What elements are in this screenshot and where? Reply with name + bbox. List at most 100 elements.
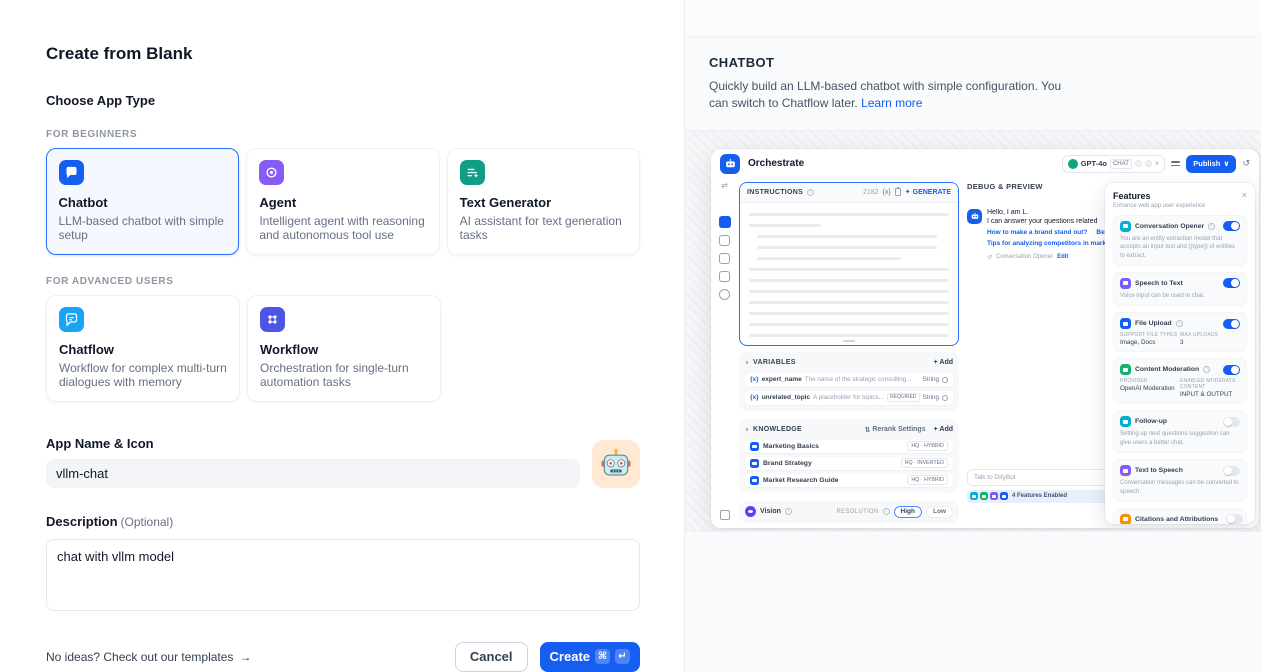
- app-name-section: App Name & Icon: [46, 436, 640, 488]
- caret-icon: ∨: [745, 427, 749, 433]
- citations-icon: [1120, 514, 1131, 524]
- resolution-high-option: High: [894, 506, 922, 518]
- app-type-preview-panel: CHATBOT Quickly build an LLM-based chatb…: [684, 0, 1261, 672]
- chatbot-icon: [59, 160, 84, 185]
- variables-icon: {x}: [883, 189, 891, 196]
- feature-follow-up: Follow-up Setting up next questions sugg…: [1113, 410, 1247, 453]
- workflow-icon: [260, 307, 285, 332]
- app-card-workflow[interactable]: Workflow Orchestration for single-turn a…: [247, 295, 441, 402]
- app-icon-picker[interactable]: [592, 440, 640, 488]
- robot-emoji-icon: [599, 447, 633, 481]
- speech-to-text-mini-icon: [990, 492, 998, 500]
- sidebar-collapse-icon: [720, 510, 730, 520]
- info-icon: i: [807, 189, 814, 196]
- app-name-input[interactable]: [46, 459, 580, 488]
- preview-heading: CHATBOT: [709, 55, 1261, 70]
- content-moderation-mini-icon: [980, 492, 988, 500]
- swap-icon: ⇄: [721, 181, 728, 190]
- chatbot-preview-image: Orchestrate GPT-4o CHAT ∨ Publish: [685, 130, 1261, 532]
- chevron-down-icon: ∨: [1155, 160, 1159, 167]
- generate-button: ✦ GENERATE: [905, 188, 951, 196]
- sidebar-image-icon: [719, 235, 730, 246]
- chevron-down-icon: ∨: [1223, 159, 1229, 168]
- chat-input: Talk to DifyBot: [967, 469, 1119, 486]
- toggle: [1223, 417, 1240, 427]
- eye-icon: [942, 377, 948, 383]
- feature-speech-to-text: Speech to Text Voice input can be used i…: [1113, 272, 1247, 306]
- edit-link: Edit: [1057, 254, 1068, 260]
- follow-up-icon: [1120, 416, 1131, 427]
- knowledge-row: Marketing Basics HQ · HYBRID: [745, 440, 953, 453]
- sparkle-icon: ✦: [905, 188, 911, 196]
- card-desc: AI assistant for text generation tasks: [460, 214, 627, 243]
- resolution-low-option: Low: [926, 506, 953, 518]
- feature-citations: Citations and Attributions Show source d…: [1113, 508, 1247, 524]
- model-param-icon: [1145, 160, 1152, 167]
- model-param-icon: [1135, 160, 1142, 167]
- close-icon: ×: [1242, 191, 1247, 200]
- enter-key-icon: ↵: [615, 649, 630, 664]
- card-title: Chatbot: [59, 195, 227, 210]
- app-card-chatflow[interactable]: Chatflow Workflow for complex multi-turn…: [46, 295, 240, 402]
- speech-to-text-icon: [1120, 278, 1131, 289]
- learn-more-link[interactable]: Learn more: [861, 96, 922, 110]
- text-generator-icon: [460, 160, 485, 185]
- copy-icon: [895, 188, 901, 196]
- app-card-text-generator[interactable]: Text Generator AI assistant for text gen…: [447, 148, 640, 255]
- toggle: [1223, 365, 1240, 375]
- toggle: [1223, 466, 1240, 476]
- rerank-icon: ⇅: [864, 426, 870, 434]
- instructions-panel: INSTRUCTIONS i 2182 {x} ✦ GENERATE: [739, 182, 959, 346]
- feature-content-moderation: Content Moderation i PROVIDER OpenAI Mod…: [1113, 358, 1247, 404]
- toggle: [1223, 319, 1240, 329]
- eye-icon: [942, 395, 948, 401]
- debug-preview-panel: DEBUG & PREVIEW Hello, I am L. I can ans…: [967, 182, 1119, 261]
- app-card-agent[interactable]: Agent Intelligent agent with reasoning a…: [246, 148, 439, 255]
- sidebar-note-icon: [719, 271, 730, 282]
- chatflow-icon: [59, 307, 84, 332]
- card-title: Chatflow: [59, 342, 227, 357]
- toggle: [1226, 514, 1243, 523]
- app-card-chatbot[interactable]: Chatbot LLM-based chatbot with simple se…: [46, 148, 239, 255]
- conversation-opener-icon: [1120, 221, 1131, 232]
- advanced-group-label: FOR ADVANCED USERS: [46, 276, 640, 287]
- text-to-speech-icon: [1120, 465, 1131, 476]
- sidebar-settings-icon: [719, 289, 730, 300]
- vision-icon: [745, 506, 756, 517]
- templates-link[interactable]: No ideas? Check out our templates →: [46, 650, 251, 664]
- feature-conversation-opener: Conversation Opener i You are an entity …: [1113, 215, 1247, 266]
- cmd-key-icon: ⌘: [595, 649, 610, 664]
- editor-title: Orchestrate: [748, 158, 804, 169]
- knowledge-section: ∨ KNOWLEDGE ⇅ Rerank Settings + Add: [739, 419, 959, 493]
- refresh-icon: ↺: [987, 254, 992, 261]
- card-desc: LLM-based chatbot with simple setup: [59, 214, 227, 243]
- token-count: 2182: [863, 189, 879, 196]
- add-knowledge-button: + Add: [934, 426, 953, 433]
- app-name-label: App Name & Icon: [46, 436, 580, 451]
- bot-message: Hello, I am L. I can answer your questio…: [967, 209, 1119, 261]
- card-title: Agent: [259, 195, 426, 210]
- feature-text-to-speech: Text to Speech Conversation messages can…: [1113, 459, 1247, 502]
- info-icon: i: [1208, 223, 1215, 230]
- editor-header: Orchestrate GPT-4o CHAT ∨ Publish: [711, 149, 1259, 179]
- resize-handle: [843, 340, 855, 342]
- history-icon: ↺: [1242, 158, 1250, 169]
- feature-file-upload: File Upload i SUPPORT FILE TYPES Image, …: [1113, 312, 1247, 352]
- beginner-cards-row: Chatbot LLM-based chatbot with simple se…: [46, 148, 640, 255]
- knowledge-row: Brand Strategy HQ · INVERTED: [745, 457, 953, 470]
- publish-button: Publish ∨: [1186, 155, 1236, 173]
- features-panel: Features × Enhance web app user experien…: [1105, 183, 1255, 524]
- create-button[interactable]: Create ⌘ ↵: [540, 642, 640, 672]
- required-badge: REQUIRED: [887, 393, 919, 402]
- sidebar-document-icon: [719, 253, 730, 264]
- cancel-button[interactable]: Cancel: [455, 642, 528, 672]
- suggested-question: Tips for analyzing competitors in market: [987, 240, 1112, 247]
- variable-row: {x} unrelated_topic A placeholder for to…: [745, 391, 953, 405]
- dataset-icon: [750, 459, 759, 468]
- create-app-modal: Create from Blank Choose App Type FOR BE…: [0, 0, 684, 672]
- card-desc: Workflow for complex multi-turn dialogue…: [59, 361, 227, 390]
- description-textarea[interactable]: chat with vllm model: [46, 539, 640, 611]
- toggle: [1223, 221, 1240, 231]
- variables-section: ∨ VARIABLES + Add {x} expert_name The na…: [739, 352, 959, 411]
- modal-footer: No ideas? Check out our templates → Canc…: [46, 642, 640, 672]
